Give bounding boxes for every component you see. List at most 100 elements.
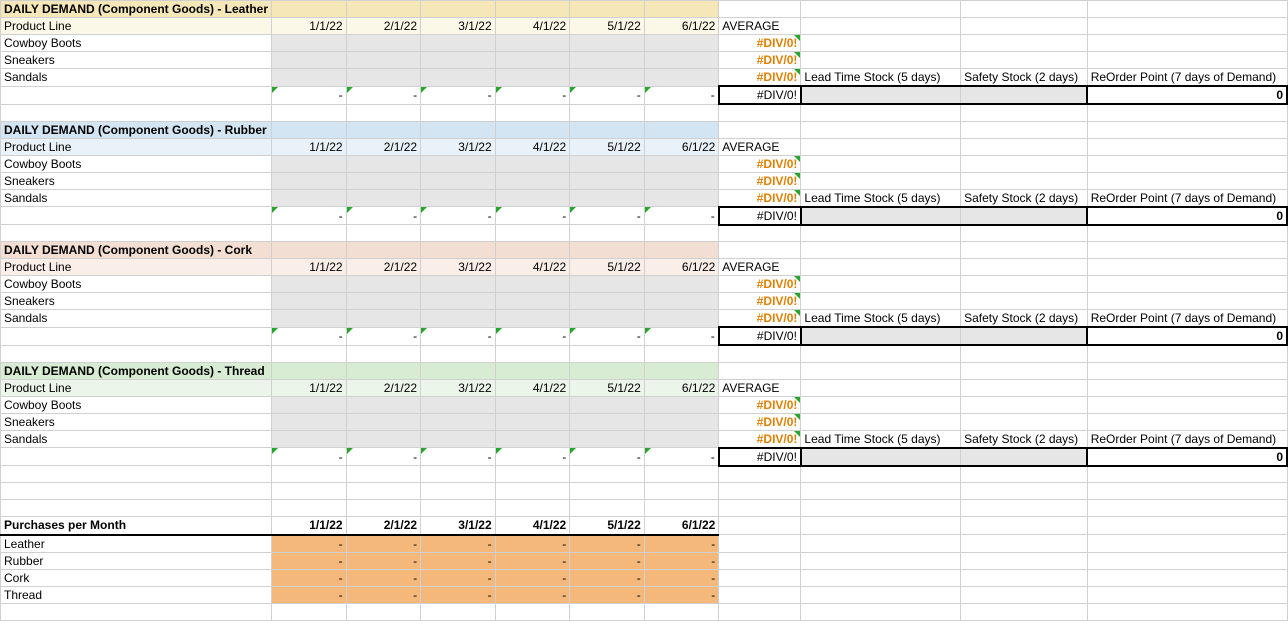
cell[interactable] xyxy=(719,586,801,603)
data-cell[interactable] xyxy=(570,413,645,430)
cell[interactable] xyxy=(801,86,961,104)
cell[interactable] xyxy=(272,466,347,483)
cell[interactable] xyxy=(1,483,272,500)
data-cell[interactable] xyxy=(495,52,570,69)
cell[interactable] xyxy=(495,483,570,500)
cell[interactable] xyxy=(801,225,961,242)
cell[interactable] xyxy=(801,35,961,52)
cell[interactable] xyxy=(801,155,961,172)
cell[interactable] xyxy=(495,466,570,483)
data-cell[interactable] xyxy=(644,172,719,189)
data-cell[interactable] xyxy=(421,396,496,413)
safety-stock-label[interactable]: Safety Stock (2 days) xyxy=(961,430,1088,448)
cell[interactable] xyxy=(570,466,645,483)
product-name[interactable]: Cowboy Boots xyxy=(1,396,272,413)
cell[interactable] xyxy=(961,225,1088,242)
cell[interactable] xyxy=(1087,155,1287,172)
data-cell[interactable] xyxy=(346,293,421,310)
dash-cell[interactable]: - xyxy=(346,535,421,553)
dash-cell[interactable]: - xyxy=(495,569,570,586)
product-name[interactable]: Sneakers xyxy=(1,52,272,69)
date-header[interactable]: 6/1/22 xyxy=(644,138,719,155)
div-error[interactable]: #DIV/0! xyxy=(719,172,801,189)
data-cell[interactable] xyxy=(346,310,421,328)
div-error[interactable]: #DIV/0! xyxy=(719,396,801,413)
dash-cell[interactable]: - xyxy=(272,535,347,553)
cell[interactable] xyxy=(801,276,961,293)
cell[interactable] xyxy=(1087,569,1287,586)
cell[interactable] xyxy=(719,517,801,535)
cell[interactable] xyxy=(1087,517,1287,535)
data-cell[interactable] xyxy=(570,155,645,172)
data-cell[interactable] xyxy=(346,172,421,189)
div-error[interactable]: #DIV/0! xyxy=(719,189,801,207)
cell[interactable] xyxy=(495,345,570,362)
date-header[interactable]: 5/1/22 xyxy=(570,379,645,396)
product-name[interactable]: Sandals xyxy=(1,189,272,207)
zero-cell[interactable]: 0 xyxy=(1087,327,1287,345)
product-name[interactable]: Cowboy Boots xyxy=(1,155,272,172)
average-label[interactable]: AVERAGE xyxy=(719,18,801,35)
section-title-thread[interactable]: DAILY DEMAND (Component Goods) - Thread xyxy=(1,362,272,379)
cell[interactable] xyxy=(272,362,347,379)
date-header[interactable]: 3/1/22 xyxy=(421,379,496,396)
data-cell[interactable] xyxy=(570,430,645,448)
data-cell[interactable] xyxy=(495,413,570,430)
cell[interactable] xyxy=(719,121,801,138)
cell[interactable] xyxy=(346,466,421,483)
cell[interactable] xyxy=(801,603,961,620)
cell[interactable] xyxy=(1,225,272,242)
cell[interactable] xyxy=(719,242,801,259)
div-error[interactable]: #DIV/0! xyxy=(719,293,801,310)
cell[interactable] xyxy=(421,345,496,362)
cell[interactable] xyxy=(801,259,961,276)
cell[interactable] xyxy=(961,18,1088,35)
dash-cell[interactable]: - xyxy=(570,569,645,586)
cell[interactable] xyxy=(421,104,496,121)
cell[interactable] xyxy=(961,155,1088,172)
cell[interactable] xyxy=(801,362,961,379)
cell[interactable] xyxy=(961,276,1088,293)
data-cell[interactable] xyxy=(570,310,645,328)
cell[interactable] xyxy=(570,483,645,500)
cell[interactable] xyxy=(719,225,801,242)
data-cell[interactable] xyxy=(644,293,719,310)
cell[interactable] xyxy=(570,121,645,138)
dash-cell[interactable]: - xyxy=(346,552,421,569)
cell[interactable] xyxy=(801,172,961,189)
data-cell[interactable] xyxy=(570,172,645,189)
lead-time-label[interactable]: Lead Time Stock (5 days) xyxy=(801,189,961,207)
date-header[interactable]: 1/1/22 xyxy=(272,18,347,35)
cell[interactable] xyxy=(801,327,961,345)
data-cell[interactable] xyxy=(272,35,347,52)
div-error-total[interactable]: #DIV/0! xyxy=(719,327,801,345)
cell[interactable] xyxy=(801,379,961,396)
dash-cell[interactable]: - xyxy=(644,448,719,466)
safety-stock-label[interactable]: Safety Stock (2 days) xyxy=(961,310,1088,328)
data-cell[interactable] xyxy=(644,310,719,328)
cell[interactable] xyxy=(421,1,496,18)
data-cell[interactable] xyxy=(495,172,570,189)
purchase-row-label[interactable]: Thread xyxy=(1,586,272,603)
dash-cell[interactable]: - xyxy=(346,569,421,586)
cell[interactable] xyxy=(1087,121,1287,138)
cell[interactable] xyxy=(801,1,961,18)
dash-cell[interactable]: - xyxy=(421,569,496,586)
cell[interactable] xyxy=(1087,396,1287,413)
dash-cell[interactable]: - xyxy=(570,327,645,345)
data-cell[interactable] xyxy=(495,276,570,293)
data-cell[interactable] xyxy=(644,69,719,87)
cell[interactable] xyxy=(644,242,719,259)
date-header[interactable]: 3/1/22 xyxy=(421,259,496,276)
dash-cell[interactable]: - xyxy=(346,448,421,466)
date-header[interactable]: 3/1/22 xyxy=(421,517,496,535)
section-title-cork[interactable]: DAILY DEMAND (Component Goods) - Cork xyxy=(1,242,272,259)
cell[interactable] xyxy=(1087,18,1287,35)
zero-cell[interactable]: 0 xyxy=(1087,86,1287,104)
data-cell[interactable] xyxy=(421,413,496,430)
dash-cell[interactable]: - xyxy=(272,569,347,586)
dash-cell[interactable]: - xyxy=(346,207,421,225)
cell[interactable] xyxy=(719,104,801,121)
date-header[interactable]: 1/1/22 xyxy=(272,517,347,535)
cell[interactable] xyxy=(421,225,496,242)
